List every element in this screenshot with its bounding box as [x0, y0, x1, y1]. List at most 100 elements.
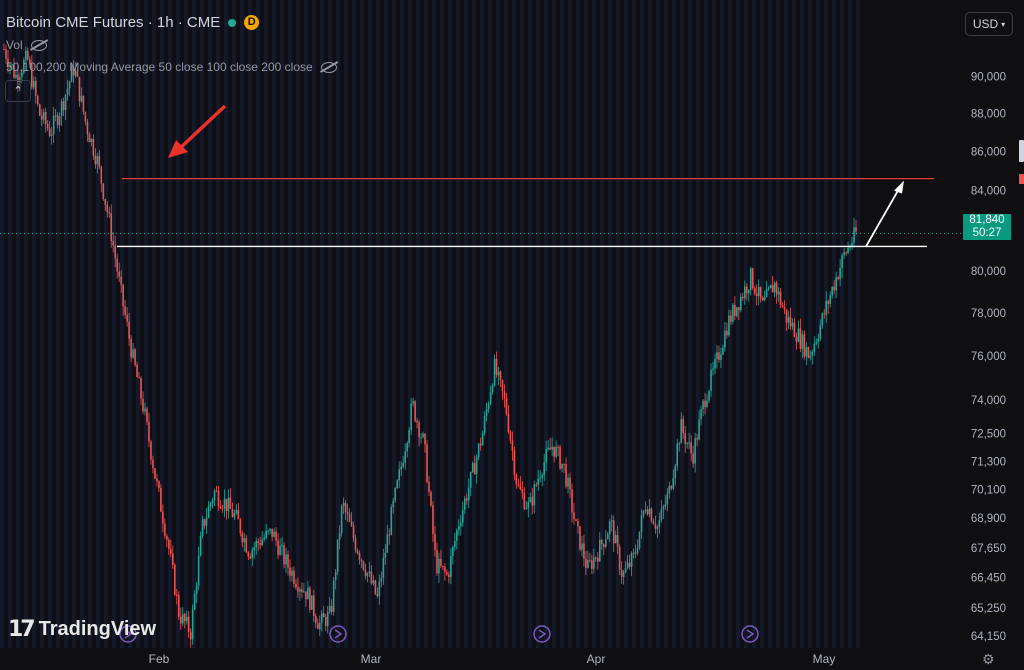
candle — [805, 347, 808, 357]
session-band — [496, 0, 500, 670]
candle — [394, 488, 397, 501]
session-band — [152, 0, 156, 670]
candle — [571, 489, 573, 513]
collapse-legend-button[interactable]: ⌃ — [5, 80, 31, 102]
session-band — [0, 0, 4, 670]
eye-hidden-icon[interactable] — [30, 39, 47, 51]
candle — [428, 482, 430, 492]
gear-icon[interactable]: ⚙ — [982, 651, 995, 668]
candle — [436, 549, 438, 574]
candle — [168, 539, 170, 549]
candle — [66, 88, 69, 96]
candle — [734, 304, 736, 316]
candle — [235, 509, 238, 514]
candle — [128, 321, 130, 339]
currency-selector[interactable]: USD ▾ — [965, 12, 1013, 36]
candle — [25, 50, 27, 61]
candle — [442, 565, 444, 567]
price-tick-label: 74,000 — [971, 395, 1006, 407]
candle — [825, 301, 828, 315]
candle — [686, 443, 688, 445]
session-band — [248, 0, 252, 670]
tradingview-logo[interactable]: 17 TradingView — [8, 617, 156, 642]
session-band — [552, 0, 556, 670]
candle — [811, 351, 814, 356]
candle — [418, 422, 420, 438]
candle — [187, 616, 190, 633]
candle — [388, 534, 391, 536]
candle — [340, 506, 343, 534]
candle — [420, 437, 422, 439]
price-tick-label: 78,000 — [971, 308, 1006, 320]
candle — [761, 297, 764, 301]
candle — [847, 247, 849, 254]
candle — [581, 543, 583, 550]
candle — [100, 166, 103, 184]
candle — [698, 419, 700, 440]
session-band — [752, 0, 756, 670]
candle — [326, 611, 329, 626]
candle — [457, 526, 460, 531]
candle — [483, 416, 486, 434]
session-band — [112, 0, 116, 670]
session-band — [328, 0, 332, 670]
candle — [738, 307, 740, 311]
candle — [487, 403, 490, 410]
candle — [783, 307, 786, 310]
candle — [563, 463, 565, 465]
candle — [46, 124, 49, 129]
candle — [90, 138, 93, 143]
candle — [362, 561, 365, 570]
eye-hidden-icon[interactable] — [320, 61, 337, 73]
candle — [853, 227, 855, 243]
candle — [745, 286, 748, 294]
candle — [579, 526, 581, 550]
candle — [27, 50, 29, 60]
candle — [54, 115, 57, 117]
candle — [114, 245, 117, 259]
candle — [819, 325, 822, 339]
candle — [708, 390, 710, 401]
session-band — [72, 0, 76, 670]
data-badge[interactable]: D — [244, 15, 260, 30]
session-band — [736, 0, 740, 670]
candle — [207, 506, 210, 518]
session-band — [200, 0, 204, 670]
candle — [751, 268, 754, 288]
symbol-title[interactable]: Bitcoin CME Futures · 1h · CME — [6, 14, 220, 31]
candle — [50, 134, 53, 136]
candle — [595, 557, 597, 559]
candle — [108, 212, 111, 214]
candle — [730, 315, 732, 322]
volume-indicator-row[interactable]: Vol — [6, 38, 47, 52]
candle — [545, 449, 547, 463]
candle — [346, 511, 349, 515]
candle — [785, 309, 788, 323]
candle — [398, 469, 401, 481]
session-band — [808, 0, 812, 670]
candle — [173, 564, 176, 595]
candle — [791, 322, 794, 327]
session-band — [208, 0, 212, 670]
price-chart[interactable]: 90,000 88,000 86,000 84,000 80,000 78,000 76,0… — [0, 0, 1024, 670]
candle — [160, 488, 162, 512]
session-band — [648, 0, 652, 670]
candle — [213, 490, 216, 501]
candle — [205, 517, 208, 526]
candle — [652, 521, 655, 525]
price-tick-label: 84,000 — [971, 185, 1006, 197]
price-tick-label: 64,150 — [971, 631, 1006, 643]
session-band — [464, 0, 468, 670]
candle — [714, 358, 716, 369]
candle — [755, 293, 758, 296]
price-axis-background — [962, 0, 1024, 670]
session-band — [192, 0, 196, 670]
candle — [728, 315, 730, 336]
session-band — [272, 0, 276, 670]
session-band — [392, 0, 396, 670]
candle — [404, 451, 406, 464]
moving-average-row[interactable]: 50,100,200 Moving Average 50 close 100 c… — [6, 60, 337, 74]
candle — [555, 446, 557, 457]
candle — [515, 474, 518, 484]
candle — [102, 183, 105, 200]
